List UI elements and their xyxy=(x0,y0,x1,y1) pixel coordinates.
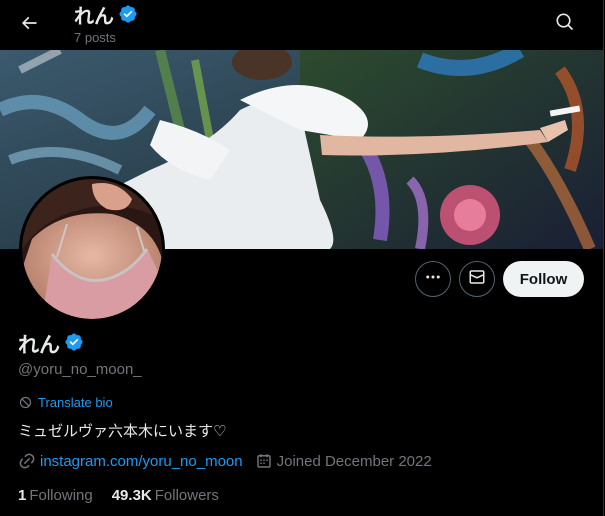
header-title: れん xyxy=(74,4,138,30)
profile-website[interactable]: instagram.com/yoru_no_moon xyxy=(18,452,243,470)
followers-stat[interactable]: 49.3K Followers xyxy=(112,487,219,504)
translate-icon xyxy=(18,395,33,410)
translate-bio-label: Translate bio xyxy=(38,395,113,410)
search-button[interactable] xyxy=(548,7,582,41)
followers-label: Followers xyxy=(154,487,219,504)
verified-badge-icon[interactable] xyxy=(64,332,84,359)
message-button[interactable] xyxy=(459,261,495,297)
link-icon xyxy=(18,452,36,470)
joined-date: Joined December 2022 xyxy=(276,452,432,470)
user-handle: @yoru_no_moon_ xyxy=(18,361,142,378)
post-count: 7 posts xyxy=(74,30,116,45)
follow-button[interactable]: Follow xyxy=(503,261,584,297)
calendar-icon xyxy=(255,452,273,470)
profile-meta: instagram.com/yoru_no_moon Joined Decemb… xyxy=(18,452,444,470)
avatar-image xyxy=(22,179,162,319)
back-arrow-icon xyxy=(19,13,39,38)
follow-stats: 1 Following 49.3K Followers xyxy=(18,487,238,504)
website-link[interactable]: instagram.com/yoru_no_moon xyxy=(40,453,243,470)
display-name: れん xyxy=(18,332,84,359)
profile-avatar[interactable] xyxy=(19,176,165,322)
search-icon xyxy=(555,12,575,37)
followers-count: 49.3K xyxy=(111,487,152,504)
profile-header: れん 7 posts xyxy=(0,0,603,50)
header-name-text: れん xyxy=(74,6,114,28)
more-dots-icon xyxy=(424,268,442,291)
following-count: 1 xyxy=(18,487,27,504)
profile-bio: ミュゼルヴァ六本木にいます♡ xyxy=(18,423,227,440)
back-button[interactable] xyxy=(12,8,46,42)
following-label: Following xyxy=(29,487,93,504)
display-name-text: れん xyxy=(18,333,60,357)
verified-badge-icon[interactable] xyxy=(118,4,138,30)
profile-page: れん 7 posts Follow れん @yoru_no_moon_ Tran… xyxy=(0,0,604,516)
profile-joined: Joined December 2022 xyxy=(255,452,432,470)
more-button[interactable] xyxy=(415,261,451,297)
envelope-icon xyxy=(468,268,486,291)
following-stat[interactable]: 1 Following xyxy=(18,487,93,504)
translate-bio-button[interactable]: Translate bio xyxy=(18,395,113,410)
